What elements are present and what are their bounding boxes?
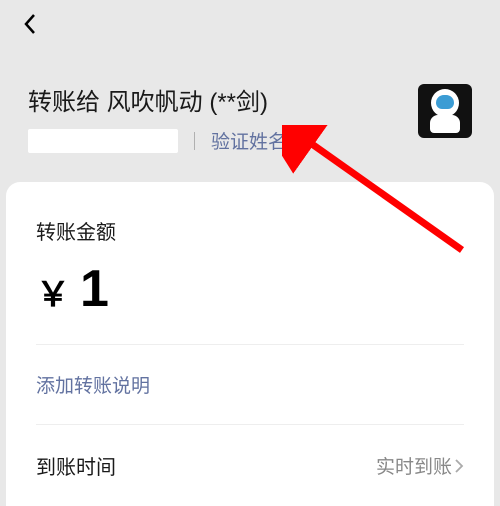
amount-value: 1 [80,263,109,315]
recipient-prefix: 转账给 [28,89,100,116]
recipient-title: 转账给 风吹帆动 (**剑) [28,82,418,117]
currency-symbol: ￥ [36,267,70,316]
arrival-label: 到账时间 [36,451,116,480]
chevron-left-icon [23,13,37,35]
recipient-section: 转账给 风吹帆动 (**剑) 验证姓名 [0,64,500,154]
amount-label: 转账金额 [36,216,464,245]
transfer-card: 转账金额 ￥ 1 添加转账说明 到账时间 实时到账 [6,182,494,506]
back-button[interactable] [18,12,42,36]
arrival-time-row[interactable]: 到账时间 实时到账 [36,425,464,506]
name-input-placeholder[interactable] [28,129,178,153]
amount-input-row[interactable]: ￥ 1 [36,263,464,345]
add-memo-link[interactable]: 添加转账说明 [36,345,464,425]
divider [194,132,195,150]
recipient-masked-name: (**剑) [209,89,268,116]
arrival-value: 实时到账 [376,452,452,479]
avatar[interactable] [418,84,472,138]
chevron-right-icon [454,458,464,474]
avatar-image [427,89,463,133]
recipient-nickname: 风吹帆动 [107,89,203,116]
verify-name-link[interactable]: 验证姓名 [211,127,287,154]
